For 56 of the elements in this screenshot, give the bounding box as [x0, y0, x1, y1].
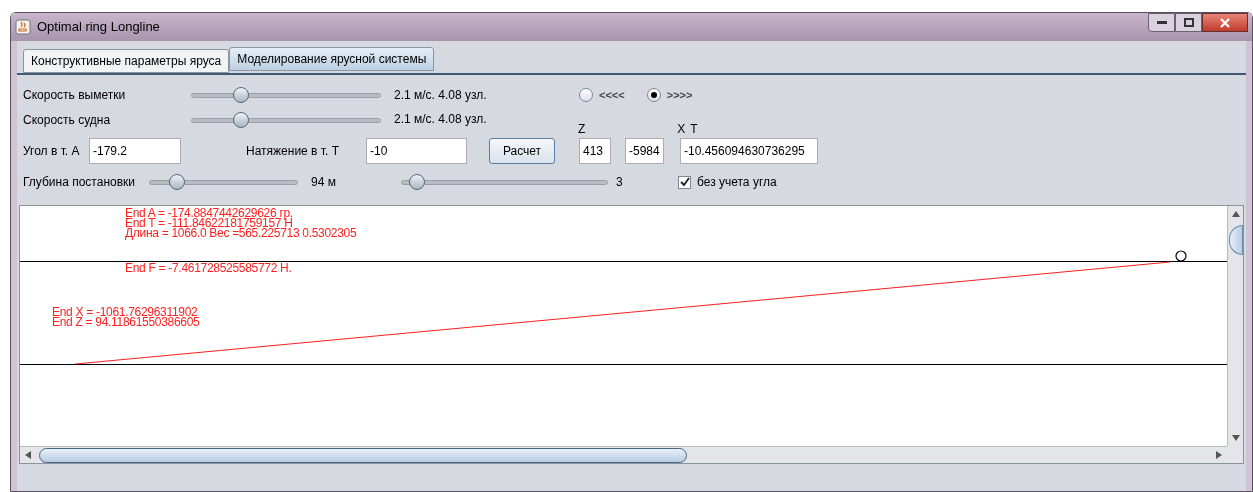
minimize-icon [1156, 20, 1167, 25]
input-field[interactable]: -10.456094630736295 [680, 138, 818, 164]
result-text: End A = -174.8847442629626 гр. [125, 208, 294, 218]
radio-button[interactable] [579, 88, 593, 102]
slider-thumb[interactable] [408, 174, 425, 190]
radio-button[interactable] [646, 88, 661, 102]
slider-thumb[interactable] [232, 87, 249, 103]
scroll-thumb[interactable] [39, 447, 687, 463]
result-text: Длина = 1066.0 Вес =565.225713 0.5302305 [125, 228, 357, 238]
field-label: Угол в т. А [23, 143, 81, 160]
slider[interactable] [191, 112, 381, 128]
slider-thumb[interactable] [232, 112, 249, 128]
close-icon [1220, 17, 1230, 28]
vertical-scrollbar[interactable] [1227, 206, 1243, 446]
result-text: End T = -111.84622181759157 Н [125, 218, 293, 228]
radio-label: <<<< [599, 87, 625, 103]
column-label: Z [578, 121, 586, 138]
left-arrow-icon [25, 451, 31, 459]
input-field[interactable]: -179.2 [89, 138, 181, 164]
java-cup-icon [15, 19, 31, 35]
result-text: End F = -7.461728525585772 Н. [125, 263, 292, 273]
result-text: End Z = 94.11861550386605 [52, 317, 200, 327]
slider-label: Глубина постановки [23, 174, 136, 191]
slider-reading: 3 [616, 174, 624, 191]
calculate-button[interactable]: Расчет [489, 138, 555, 164]
input-field[interactable]: -10 [366, 138, 467, 164]
slider-reading: 94 м [311, 174, 337, 191]
maximize-button[interactable] [1175, 13, 1202, 32]
tab[interactable]: Конструктивные параметры яруса [23, 49, 230, 73]
input-field[interactable]: -5984 [625, 138, 664, 164]
radio-label: >>>> [666, 87, 693, 103]
slider-thumb[interactable] [168, 174, 185, 190]
column-label: T [690, 121, 698, 138]
window-title: Optimal ring Longline [37, 18, 160, 37]
checkbox-label: без учета угла [697, 174, 777, 191]
field-label: Натяжение в т. Т [246, 143, 340, 160]
slider[interactable] [149, 174, 298, 190]
right-arrow-icon [1216, 451, 1222, 459]
tab[interactable]: Моделирование ярусной системы [229, 47, 435, 71]
maximize-icon [1183, 18, 1194, 27]
horizontal-scrollbar[interactable] [20, 446, 1227, 463]
slider-reading: 2.1 м/с. 4.08 узл. [394, 87, 488, 104]
slider[interactable] [401, 174, 608, 190]
down-arrow-icon [1231, 435, 1240, 441]
scroll-thumb[interactable] [1228, 225, 1243, 255]
slider[interactable] [191, 87, 381, 103]
slider-label: Скорость выметки [23, 87, 127, 104]
close-button[interactable] [1202, 13, 1248, 32]
result-text: End X = -1061.76296311902 [52, 307, 198, 317]
column-label: X [677, 121, 686, 138]
checkbox[interactable] [678, 175, 691, 189]
slider-reading: 2.1 м/с. 4.08 узл. [394, 111, 488, 128]
up-arrow-icon [1231, 211, 1240, 217]
slider-label: Скорость судна [23, 112, 112, 129]
minimize-button[interactable] [1148, 13, 1175, 32]
input-field[interactable]: 413 [579, 138, 611, 164]
